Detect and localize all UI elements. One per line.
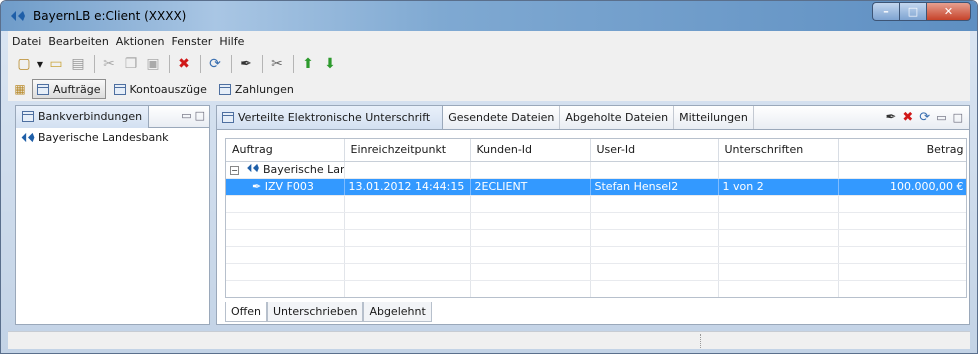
column-header-auftrag[interactable]: Auftrag xyxy=(226,139,345,162)
tab-bankverbindungen[interactable]: Bankverbindungen xyxy=(16,105,150,128)
column-header-user-id[interactable]: User-Id xyxy=(590,139,719,162)
cell-user-id: Stefan Hensel2 xyxy=(590,178,719,196)
minimize-view-icon[interactable]: ▭ xyxy=(181,109,191,122)
table-icon xyxy=(218,83,231,95)
tab-mitteilungen[interactable]: Mitteilungen xyxy=(674,106,754,129)
minimize-button[interactable]: – xyxy=(872,2,899,21)
tab-abgelehnt[interactable]: Abgelehnt xyxy=(363,302,432,322)
window-title: BayernLB e:Client (XXXX) xyxy=(33,9,187,23)
refresh-icon[interactable]: ⟳ xyxy=(205,54,225,74)
cell-kunden-id: 2ECLIENT xyxy=(470,178,591,196)
view-icon xyxy=(222,112,234,123)
download-arrow-icon[interactable]: ⬇ xyxy=(320,54,340,74)
table-icon xyxy=(37,83,49,95)
cell-einreichzeitpunkt: 13.01.2012 14:44:15 xyxy=(344,178,471,196)
tab-label: Verteilte Elektronische Unterschrift xyxy=(238,111,431,124)
maximize-view-icon[interactable]: □ xyxy=(953,111,963,124)
column-header-einreichzeitpunkt[interactable]: Einreichzeitpunkt xyxy=(344,139,471,162)
minimize-view-icon[interactable]: ▭ xyxy=(936,111,946,124)
close-button[interactable]: ✕ xyxy=(926,2,971,21)
menu-datei[interactable]: Datei xyxy=(12,35,41,48)
sign-pen-icon: ✒ xyxy=(252,180,262,193)
new-icon[interactable]: ▢ xyxy=(14,54,34,74)
view-icon xyxy=(22,111,34,122)
menu-fenster[interactable]: Fenster xyxy=(172,35,213,48)
tree-item-label: Bayerische Landesbank xyxy=(38,130,169,144)
cell-auftrag: IZV F003 xyxy=(264,180,314,193)
sign-pen-icon[interactable]: ✒ xyxy=(885,110,896,125)
status-tabs: Offen Unterschrieben Abgelehnt xyxy=(225,302,432,322)
tree-item-bank[interactable]: Bayerische Landesbank xyxy=(16,128,209,146)
tab-label: Bankverbindungen xyxy=(38,110,143,123)
column-header-betrag[interactable]: Betrag xyxy=(838,139,966,162)
toolbar: ▢ ▼ ▭ ▤ ✂ ❐ ▣ ✖ ⟳ ✒ ✂ ⬆ ⬇ xyxy=(8,51,970,77)
menu-hilfe[interactable]: Hilfe xyxy=(219,35,244,48)
table-group-row[interactable]: − Bayerische Land xyxy=(226,161,966,179)
tools-icon[interactable]: ✂ xyxy=(267,54,287,74)
table-row[interactable]: ✒ IZV F003 13.01.2012 14:44:15 2ECLIENT … xyxy=(226,178,966,196)
refresh-icon[interactable]: ⟳ xyxy=(919,110,930,125)
collapse-icon[interactable]: − xyxy=(230,166,239,175)
status-bar xyxy=(8,331,970,349)
app-window: BayernLB e:Client (XXXX) – □ ✕ Datei Bea… xyxy=(0,0,978,354)
tab-abgeholte-dateien[interactable]: Abgeholte Dateien xyxy=(560,106,675,129)
nav-tab-label: Kontoauszüge xyxy=(129,82,207,96)
dropdown-arrow-icon[interactable]: ▼ xyxy=(36,54,44,74)
bayernlb-logo-icon xyxy=(9,7,27,25)
bayernlb-logo-icon xyxy=(246,163,259,173)
nav-tab-label: Zahlungen xyxy=(234,82,294,96)
maximize-view-icon[interactable]: □ xyxy=(195,109,205,122)
upload-arrow-icon[interactable]: ⬆ xyxy=(298,54,318,74)
menu-bearbeiten[interactable]: Bearbeiten xyxy=(48,35,108,48)
navigation-bar: ▦ Aufträge Kontoauszüge Zahlungen xyxy=(8,77,970,101)
tab-unterschrieben[interactable]: Unterschrieben xyxy=(266,302,364,322)
menu-aktionen[interactable]: Aktionen xyxy=(116,35,165,48)
tab-offen[interactable]: Offen xyxy=(225,302,267,322)
title-bar[interactable]: BayernLB e:Client (XXXX) – □ ✕ xyxy=(1,1,977,31)
sign-pen-icon[interactable]: ✒ xyxy=(236,54,256,74)
column-header-unterschriften[interactable]: Unterschriften xyxy=(718,139,839,162)
cell-betrag: 100.000,00 € xyxy=(838,178,966,196)
paste-icon[interactable]: ▣ xyxy=(143,54,163,74)
copy-icon[interactable]: ❐ xyxy=(121,54,141,74)
nav-tab-label: Aufträge xyxy=(53,82,101,96)
menu-bar: Datei Bearbeiten Aktionen Fenster Hilfe xyxy=(8,31,970,51)
cell-unterschriften: 1 von 2 xyxy=(718,178,839,196)
nav-tab-zahlungen[interactable]: Zahlungen xyxy=(215,79,298,99)
group-label: Bayerische Land xyxy=(263,163,343,176)
bayernlb-logo-icon xyxy=(21,132,35,142)
status-divider xyxy=(700,334,701,348)
table-icon xyxy=(113,83,126,95)
cut-icon[interactable]: ✂ xyxy=(99,54,119,74)
delete-icon[interactable]: ✖ xyxy=(174,54,194,74)
print-icon[interactable]: ▤ xyxy=(68,54,88,74)
orders-table: Auftrag Einreichzeitpunkt Kunden-Id User… xyxy=(225,138,967,298)
orders-panel: Verteilte Elektronische Unterschrift Ges… xyxy=(216,105,970,325)
nav-tab-auftraege[interactable]: Aufträge xyxy=(32,79,106,99)
nav-tab-kontoauszuege[interactable]: Kontoauszüge xyxy=(110,79,211,99)
tab-veu[interactable]: Verteilte Elektronische Unterschrift xyxy=(217,106,444,129)
tab-gesendete-dateien[interactable]: Gesendete Dateien xyxy=(443,106,561,129)
column-header-kunden-id[interactable]: Kunden-Id xyxy=(470,139,591,162)
maximize-button[interactable]: □ xyxy=(899,2,926,21)
bank-connections-panel: Bankverbindungen ▭ □ Bayerische Landesba… xyxy=(15,105,210,325)
delete-icon[interactable]: ✖ xyxy=(902,110,913,125)
perspective-icon[interactable]: ▦ xyxy=(10,79,30,99)
open-folder-icon[interactable]: ▭ xyxy=(46,54,66,74)
